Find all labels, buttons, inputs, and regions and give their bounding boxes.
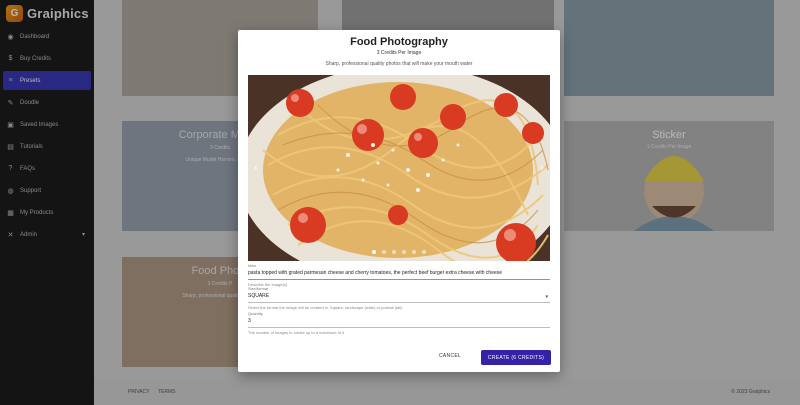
carousel-dot[interactable] (422, 250, 426, 254)
quantity-underline (248, 327, 550, 328)
carousel-dot[interactable] (372, 250, 376, 254)
prompt-label: Idea (248, 263, 256, 268)
quantity-field: Quantity 3 The number of images to creat… (248, 311, 550, 335)
dialog-description: Sharp, professional quality photos that … (325, 61, 473, 67)
food-photo-image (248, 75, 550, 261)
cancel-button[interactable]: CANCEL (439, 353, 461, 359)
create-button[interactable]: CREATE (6 CREDITS) (481, 350, 551, 365)
dialog-title: Food Photography (350, 36, 448, 48)
carousel-dot[interactable] (412, 250, 416, 254)
format-field: Size/format SQUARE ▾ Select the format t… (248, 286, 550, 310)
carousel-dot[interactable] (382, 250, 386, 254)
carousel-indicators (248, 250, 550, 254)
format-help: Select the format the image will be crea… (248, 305, 403, 310)
carousel-next-icon[interactable]: › (536, 161, 548, 175)
format-underline (248, 302, 550, 303)
quantity-input[interactable]: 3 (248, 318, 550, 324)
dialog-credits: 3 Credits Per Image (376, 50, 422, 56)
chevron-down-icon[interactable]: ▾ (545, 294, 548, 300)
format-label: Size/format (248, 286, 269, 291)
prompt-underline (248, 279, 550, 280)
quantity-help: The number of images to create up to a m… (248, 330, 345, 335)
prompt-input[interactable]: pasta topped with grated parmesan cheese… (248, 270, 550, 276)
create-image-dialog: Food Photography 3 Credits Per Image Sha… (238, 30, 560, 372)
prompt-field: Idea pasta topped with grated parmesan c… (248, 263, 550, 287)
carousel-dot[interactable] (402, 250, 406, 254)
example-image-carousel[interactable]: ‹ › (248, 75, 550, 261)
carousel-dot[interactable] (392, 250, 396, 254)
format-select[interactable]: SQUARE (248, 293, 550, 299)
carousel-prev-icon[interactable]: ‹ (250, 161, 262, 175)
quantity-label: Quantity (248, 311, 263, 316)
